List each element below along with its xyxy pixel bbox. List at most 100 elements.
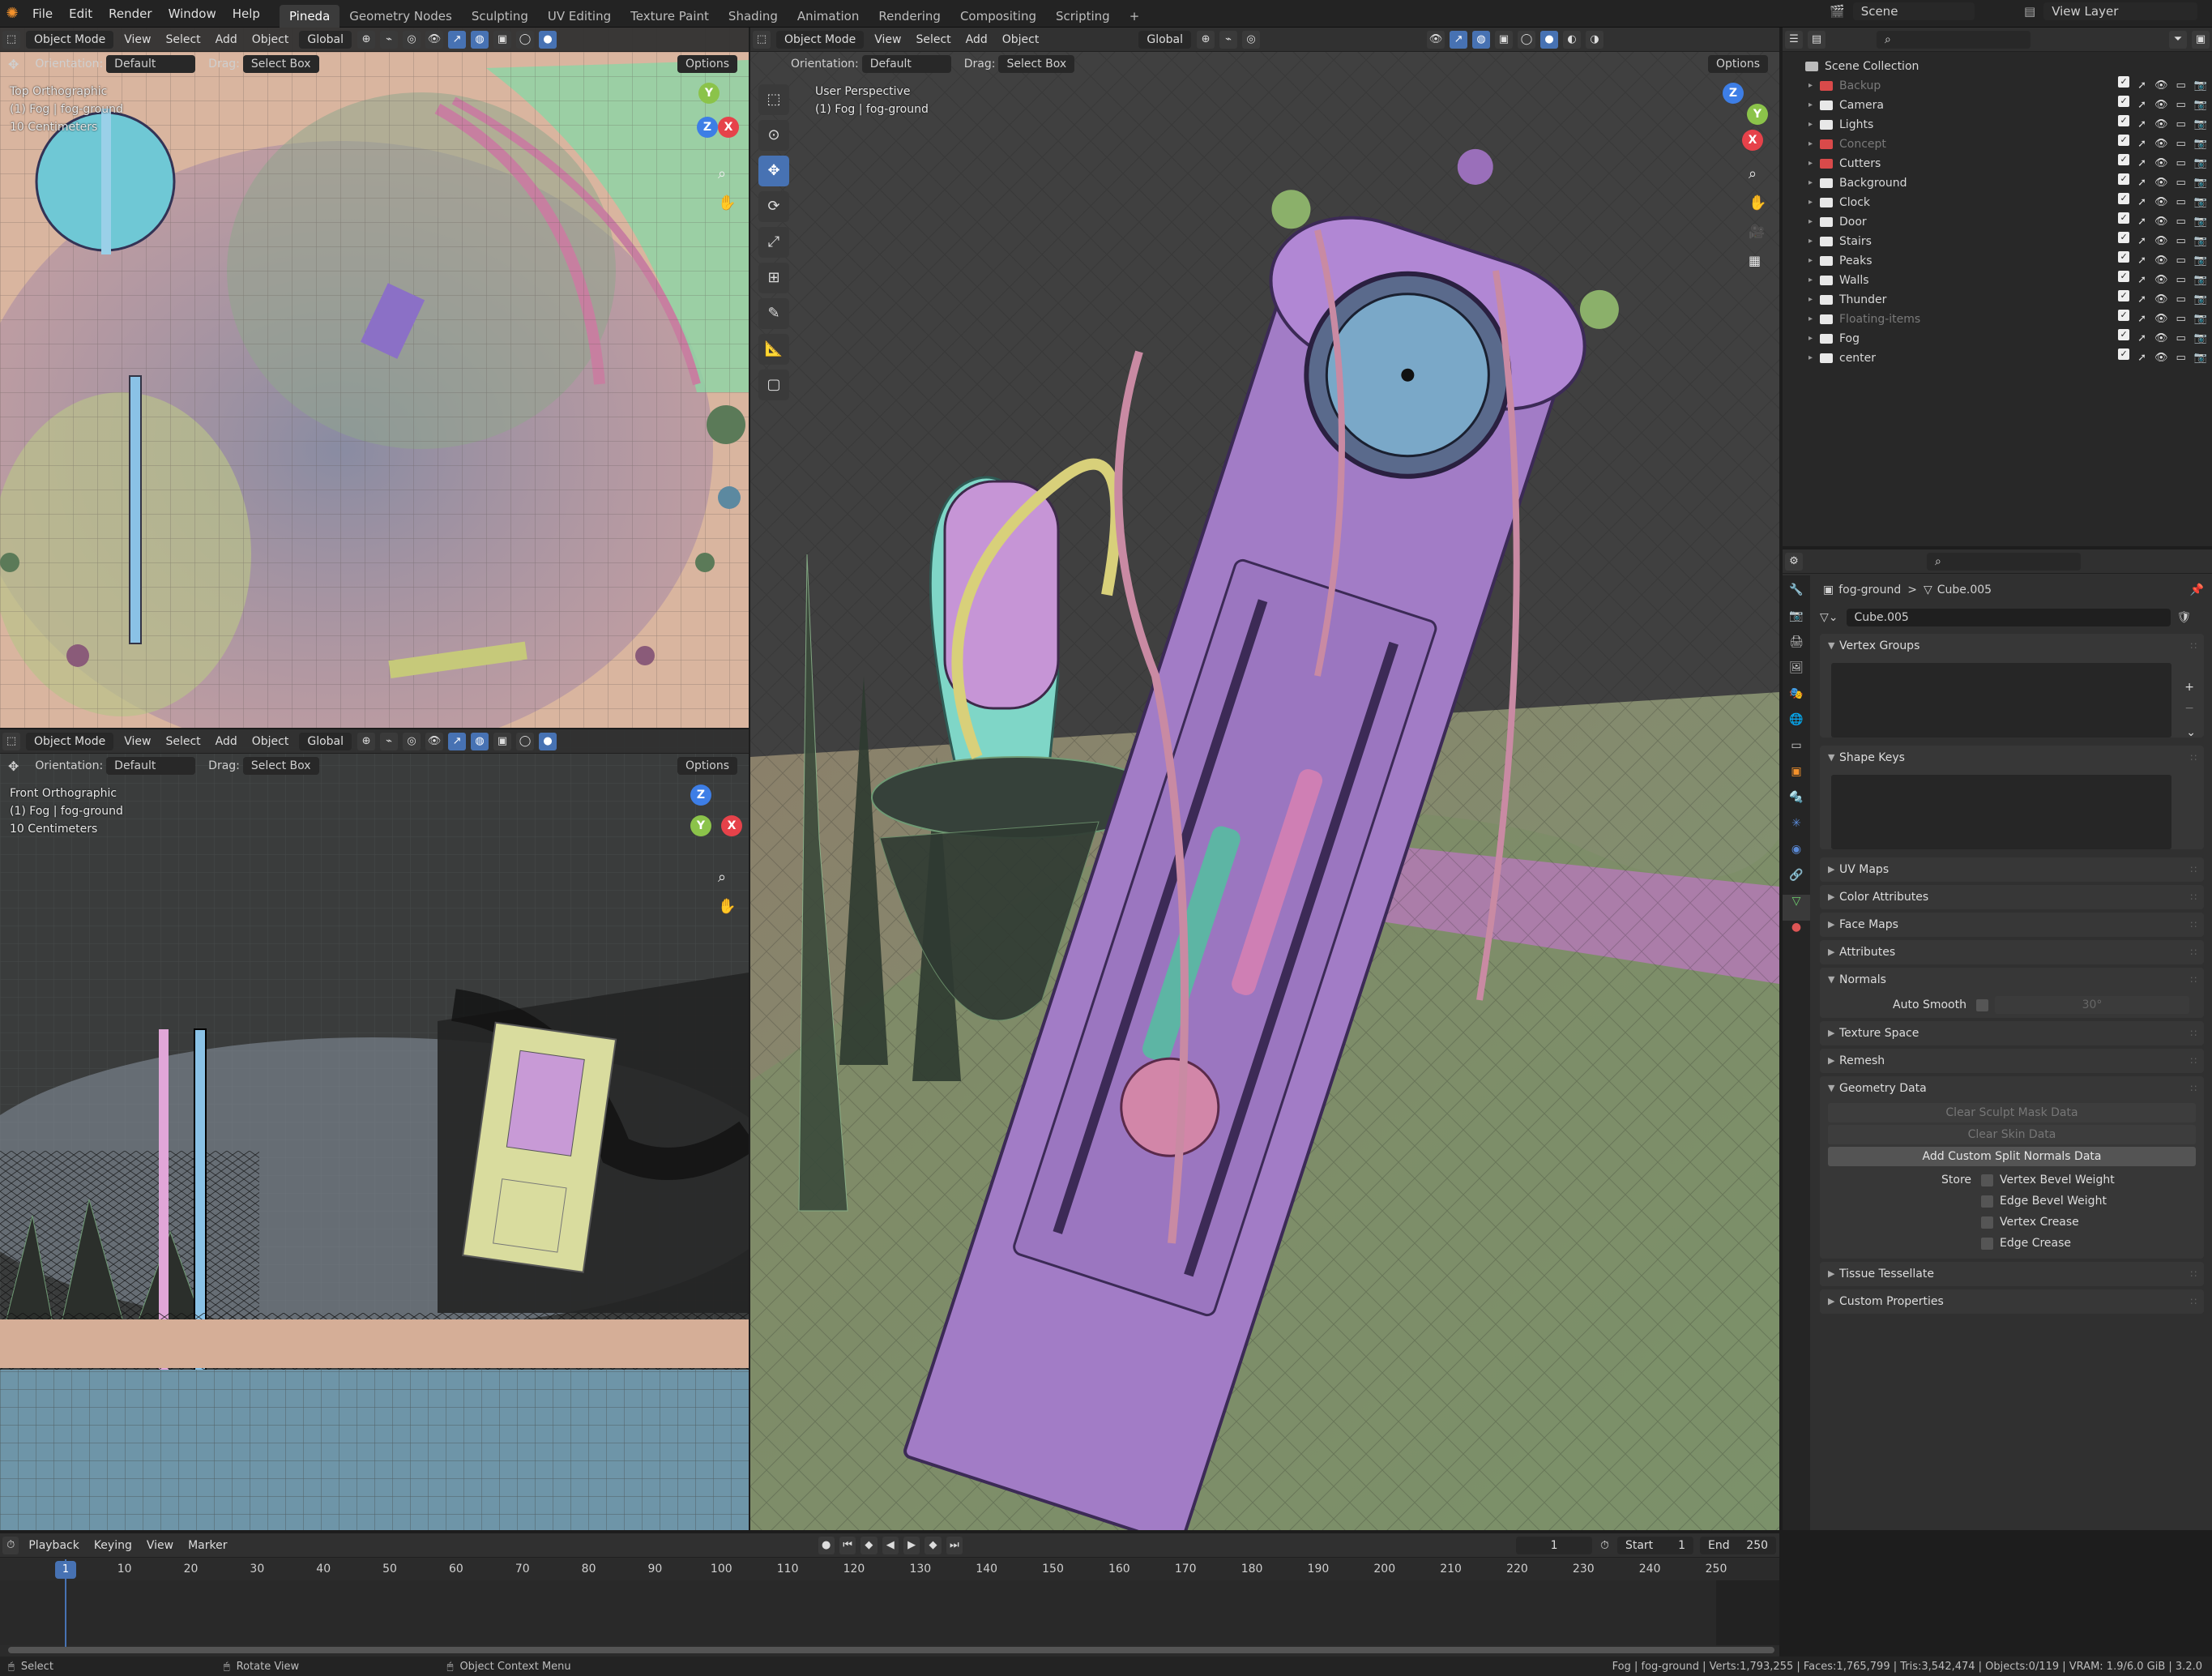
modifier-tab-icon[interactable]: 🔩 xyxy=(1783,791,1810,817)
menu-window[interactable]: Window xyxy=(160,0,224,28)
vertex-groups-list[interactable] xyxy=(1831,663,2171,738)
uv-maps-header[interactable]: ▶ UV Maps ∷ xyxy=(1820,857,2204,882)
next-keyframe-icon[interactable]: ◆ xyxy=(925,1536,942,1554)
add-workspace-button[interactable]: + xyxy=(1120,5,1150,28)
gizmo-y-axis[interactable]: Y xyxy=(690,815,711,836)
select-arrow-icon[interactable]: ➚ xyxy=(2137,310,2146,329)
gizmo-z-axis[interactable]: Z xyxy=(690,785,711,806)
render-camera-icon[interactable]: 📷 xyxy=(2194,76,2207,96)
exclude-checkbox[interactable]: ✓ xyxy=(2118,135,2130,146)
proportional-icon[interactable]: ◎ xyxy=(403,732,421,750)
select-arrow-icon[interactable]: ➚ xyxy=(2137,76,2146,96)
scene-collection-row[interactable]: Scene Collection xyxy=(1783,57,2212,76)
rotate-tool-icon[interactable]: ⟳ xyxy=(758,191,789,222)
view-layer-tab-icon[interactable]: 🖼 xyxy=(1783,661,1810,687)
pan-icon[interactable]: ✋ xyxy=(718,898,736,915)
exclude-checkbox[interactable]: ✓ xyxy=(2118,212,2130,224)
tab-scripting[interactable]: Scripting xyxy=(1046,5,1120,28)
viewport-monitor-icon[interactable]: ▭ xyxy=(2176,173,2186,193)
expand-arrow-icon[interactable]: ▸ xyxy=(1808,251,1820,271)
exclude-checkbox[interactable]: ✓ xyxy=(2118,76,2130,88)
eye-icon[interactable]: 👁 xyxy=(2154,329,2168,348)
new-collection-icon[interactable]: ▣ xyxy=(2192,30,2210,49)
exclude-checkbox[interactable]: ✓ xyxy=(2118,115,2130,126)
grip-icon[interactable]: ∷ xyxy=(2190,1289,2197,1314)
outliner-row[interactable]: ▸ center ✓ ➚ 👁 ▭ 📷 xyxy=(1783,348,2212,368)
expand-arrow-icon[interactable]: ▸ xyxy=(1808,135,1820,154)
xray-icon[interactable]: ▣ xyxy=(493,732,512,750)
outliner-row[interactable]: ▸ Clock ✓ ➚ 👁 ▭ 📷 xyxy=(1783,193,2212,212)
overlay-toggle-icon[interactable]: ◍ xyxy=(471,732,489,750)
eye-icon[interactable]: 👁 xyxy=(2154,310,2168,329)
select-arrow-icon[interactable]: ➚ xyxy=(2137,348,2146,368)
gizmo-x-axis[interactable]: X xyxy=(1742,130,1763,151)
record-icon[interactable]: ● xyxy=(818,1536,835,1554)
exclude-checkbox[interactable]: ✓ xyxy=(2118,173,2130,185)
render-camera-icon[interactable]: 📷 xyxy=(2194,251,2207,271)
mode-dropdown[interactable]: Object Mode xyxy=(26,30,114,49)
viewport-monitor-icon[interactable]: ▭ xyxy=(2176,76,2186,96)
jump-start-icon[interactable]: ⏮ xyxy=(839,1536,856,1554)
editor-type-icon[interactable]: ⏱ xyxy=(2,1536,19,1554)
outliner-row[interactable]: ▸ Backup ✓ ➚ 👁 ▭ 📷 xyxy=(1783,76,2212,96)
navigation-gizmo[interactable]: Y X Z xyxy=(661,83,739,156)
select-box-tool-icon[interactable]: ⬚ xyxy=(758,84,789,115)
xray-icon[interactable]: ▣ xyxy=(1495,30,1514,49)
expand-arrow-icon[interactable]: ▸ xyxy=(1808,193,1820,212)
menu-select[interactable]: Select xyxy=(908,30,958,49)
select-arrow-icon[interactable]: ➚ xyxy=(2137,96,2146,115)
viewport-monitor-icon[interactable]: ▭ xyxy=(2176,348,2186,368)
select-arrow-icon[interactable]: ➚ xyxy=(2137,251,2146,271)
prev-keyframe-icon[interactable]: ◆ xyxy=(860,1536,878,1554)
grip-icon[interactable]: ∷ xyxy=(2190,1262,2197,1286)
editor-type-icon[interactable]: ⬚ xyxy=(753,30,771,49)
auto-smooth-angle-field[interactable]: 30° xyxy=(1994,996,2189,1014)
select-arrow-icon[interactable]: ➚ xyxy=(2137,232,2146,251)
grip-icon[interactable]: ∷ xyxy=(2190,634,2197,658)
exclude-checkbox[interactable]: ✓ xyxy=(2118,271,2130,282)
shape-keys-list[interactable] xyxy=(1831,775,2171,849)
pin-icon[interactable]: 📌 xyxy=(2190,584,2204,596)
eye-icon[interactable]: 👁 xyxy=(2154,251,2168,271)
filter-icon[interactable]: ⏷ xyxy=(2169,30,2187,49)
playhead-frame-badge[interactable]: 1 xyxy=(55,1561,76,1579)
zoom-icon[interactable]: ⌕ xyxy=(718,165,726,182)
editor-type-icon[interactable]: ⬚ xyxy=(2,732,20,750)
exclude-checkbox[interactable]: ✓ xyxy=(2118,96,2130,107)
outliner-row[interactable]: ▸ Cutters ✓ ➚ 👁 ▭ 📷 xyxy=(1783,154,2212,173)
world-tab-icon[interactable]: 🌐 xyxy=(1783,713,1810,739)
start-frame-field[interactable]: Start 1 xyxy=(1616,1536,1693,1554)
annotate-tool-icon[interactable]: ✎ xyxy=(758,298,789,329)
menu-add[interactable]: Add xyxy=(208,732,245,751)
eye-icon[interactable]: 👁 xyxy=(2154,96,2168,115)
eye-icon[interactable]: 👁 xyxy=(2154,212,2168,232)
editor-type-icon[interactable]: ⬚ xyxy=(2,30,20,49)
exclude-checkbox[interactable]: ✓ xyxy=(2118,290,2130,301)
gizmo-y-axis[interactable]: Y xyxy=(698,83,720,104)
tab-geometry-nodes[interactable]: Geometry Nodes xyxy=(339,5,462,28)
eye-icon[interactable]: 👁 xyxy=(2154,193,2168,212)
render-camera-icon[interactable]: 📷 xyxy=(2194,173,2207,193)
viewport-monitor-icon[interactable]: ▭ xyxy=(2176,329,2186,348)
mesh-name-field[interactable]: Cube.005 xyxy=(1846,609,2171,626)
material-shading-icon[interactable]: ◐ xyxy=(1563,30,1582,49)
outliner-search-input[interactable]: ⌕ xyxy=(1877,30,2031,49)
exclude-checkbox[interactable]: ✓ xyxy=(2118,348,2130,360)
expand-arrow-icon[interactable]: ▸ xyxy=(1808,310,1820,329)
menu-add[interactable]: Add xyxy=(208,30,245,49)
tab-animation[interactable]: Animation xyxy=(788,5,869,28)
gizmo-toggle-icon[interactable]: ↗ xyxy=(448,30,467,49)
timeline-scrollbar[interactable] xyxy=(8,1647,1774,1653)
tab-compositing[interactable]: Compositing xyxy=(950,5,1046,28)
viewport-monitor-icon[interactable]: ▭ xyxy=(2176,251,2186,271)
blender-logo-icon[interactable]: ✺ xyxy=(0,5,24,22)
grip-icon[interactable]: ∷ xyxy=(2190,1076,2197,1101)
select-arrow-icon[interactable]: ➚ xyxy=(2137,154,2146,173)
perspective-viewport[interactable]: ⬚ Object Mode View Select Add Object Glo… xyxy=(750,28,1779,1530)
ortho-toggle-icon[interactable]: ▦ xyxy=(1749,253,1761,268)
zoom-icon[interactable]: ⌕ xyxy=(718,869,726,886)
remesh-header[interactable]: ▶ Remesh ∷ xyxy=(1820,1049,2204,1073)
marker-menu[interactable]: Marker xyxy=(181,1536,234,1555)
viewport-monitor-icon[interactable]: ▭ xyxy=(2176,154,2186,173)
vertex-bevel-checkbox[interactable] xyxy=(1981,1174,1994,1186)
